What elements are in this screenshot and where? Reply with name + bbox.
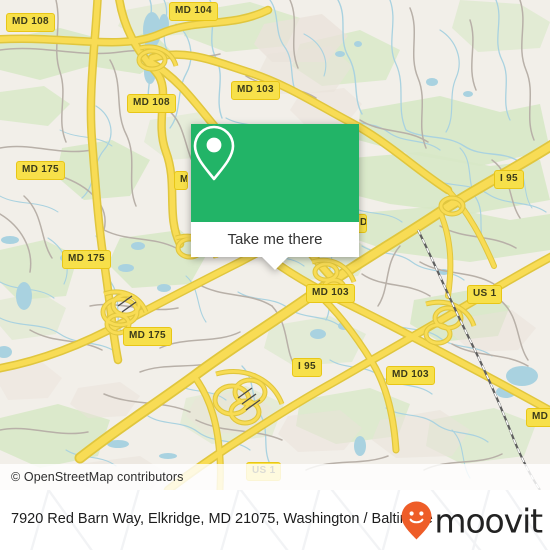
attribution-bar: © OpenStreetMap contributors: [0, 464, 550, 490]
road-shield-md108-mid: MD 108: [127, 94, 176, 113]
osm-attribution-text[interactable]: © OpenStreetMap contributors: [0, 470, 184, 484]
take-me-there-button[interactable]: Take me there: [191, 222, 359, 257]
moovit-smiley-pin-icon: [401, 501, 432, 539]
road-shield-us1-e: US 1: [467, 285, 503, 304]
popup-tail: [262, 257, 288, 270]
map-screenshot: M D MD 108 MD 104 MD 103 MD 108 MD 175 I…: [0, 0, 550, 550]
road-shield-label: MD 175: [22, 164, 59, 175]
road-shield-i95-e: I 95: [494, 170, 524, 189]
road-shield-label: MD 103: [237, 84, 274, 95]
road-shield-label: M: [180, 174, 188, 185]
map-canvas[interactable]: M D MD 108 MD 104 MD 103 MD 108 MD 175 I…: [0, 0, 550, 490]
road-shield-label: MD 104: [175, 5, 212, 16]
road-shield-occluded: M: [174, 171, 188, 190]
road-shield-label: I 95: [298, 361, 316, 372]
location-popup-card[interactable]: Take me there: [191, 124, 359, 270]
footer-bar: 7920 Red Barn Way, Elkridge, MD 21075, W…: [0, 490, 550, 550]
road-shield-md104: MD 104: [169, 2, 218, 21]
moovit-wordmark: moovit: [434, 501, 543, 541]
road-shield-label: MD 175: [129, 330, 166, 341]
road-shield-label: US 1: [473, 288, 497, 299]
road-shield-label: MD 108: [12, 16, 49, 27]
road-shield-md175-s: MD 175: [123, 327, 172, 346]
moovit-logo[interactable]: moovit: [400, 500, 543, 541]
road-shield-label: MD 103: [312, 287, 349, 298]
road-shield-md103-se: MD 103: [386, 366, 435, 385]
road-shield-md108-nw: MD 108: [6, 13, 55, 32]
road-shield-label: I 95: [500, 173, 518, 184]
road-shield-label: MD: [532, 411, 549, 422]
road-shield-md103-n: MD 103: [231, 81, 280, 100]
road-shield-label: MD 175: [68, 253, 105, 264]
road-shield-label: MD 103: [392, 369, 429, 380]
road-shield-md175-w: MD 175: [16, 161, 65, 180]
road-shield-md-edge: MD: [526, 408, 550, 427]
popup-image-area: [191, 124, 359, 222]
map-pin-icon: [193, 125, 235, 181]
road-shield-i95-s: I 95: [292, 358, 322, 377]
road-shield-label: D: [360, 217, 367, 228]
road-shield-label: MD 108: [133, 97, 170, 108]
take-me-there-label: Take me there: [227, 231, 323, 248]
road-shield-md175-sw: MD 175: [62, 250, 111, 269]
road-shield-md103-mid: MD 103: [306, 284, 355, 303]
